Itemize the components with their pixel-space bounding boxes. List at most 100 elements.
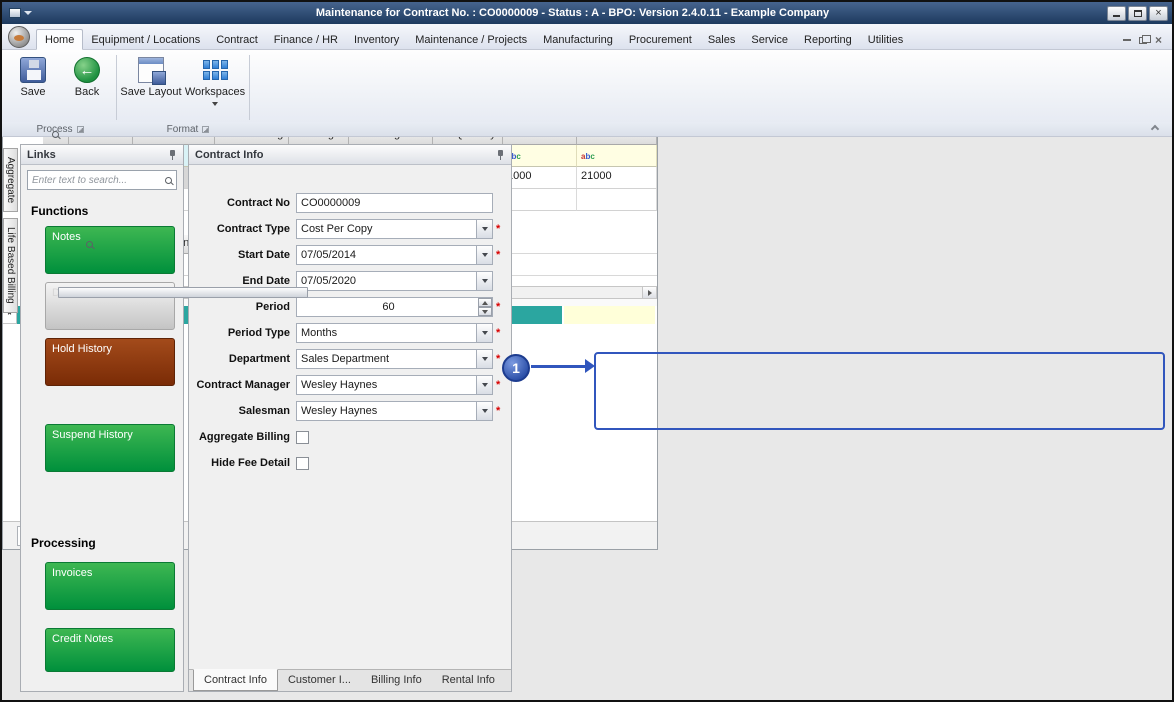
contract-type-combobox[interactable]: Cost Per Copy (296, 219, 493, 239)
workspaces-button[interactable]: Workspaces (183, 53, 247, 117)
collapse-ribbon-button[interactable] (1152, 124, 1158, 135)
notes-label: Notes (52, 231, 81, 243)
save-layout-button[interactable]: Save Layout (119, 53, 183, 117)
ribbon-tab-procurement[interactable]: Procurement (621, 30, 700, 49)
minimize-icon (1113, 15, 1120, 17)
ribbon-tab-contract[interactable]: Contract (208, 30, 266, 49)
suspend-history-button[interactable]: Suspend History (45, 424, 175, 472)
new-cell[interactable] (564, 306, 657, 324)
dropdown-icon[interactable] (476, 402, 492, 420)
cell-accountcode[interactable] (503, 189, 577, 211)
search-box[interactable] (27, 170, 177, 190)
group-dialog-launcher-icon[interactable] (202, 126, 209, 133)
scrollbar-thumb[interactable] (58, 287, 308, 298)
ribbon-tab-equipment-locations[interactable]: Equipment / Locations (83, 30, 208, 49)
credit-notes-label: Credit Notes (52, 633, 113, 645)
quick-access-icon[interactable] (9, 8, 21, 18)
cell-cosaccount[interactable]: 21000 (577, 167, 657, 189)
docked-panel-strip: Aggregate Life Based Billing (2, 142, 19, 698)
required-marker: * (496, 405, 500, 417)
filter-cell-accountcode[interactable]: abc (503, 145, 577, 167)
back-arrow-icon: ← (74, 57, 100, 83)
tab-contract-info[interactable]: Contract Info (193, 669, 278, 691)
contract-type-label: Contract Type (193, 223, 296, 235)
pin-icon[interactable] (168, 150, 177, 160)
dropdown-icon[interactable] (476, 246, 492, 264)
chevron-up-icon (1151, 124, 1159, 132)
ribbon-tab-maintenance-projects[interactable]: Maintenance / Projects (407, 30, 535, 49)
tab-customer-info[interactable]: Customer I... (278, 670, 361, 691)
ribbon-tab-service[interactable]: Service (743, 30, 796, 49)
hold-history-button[interactable]: Hold History (45, 338, 175, 386)
save-button[interactable]: Save (6, 53, 60, 117)
search-input[interactable] (32, 175, 165, 186)
ribbon-tab-finance-hr[interactable]: Finance / HR (266, 30, 346, 49)
dropdown-icon[interactable] (476, 350, 492, 368)
scrollbar-track[interactable] (58, 287, 642, 298)
links-panel-title: Links (27, 149, 56, 161)
ribbon-tab-manufacturing[interactable]: Manufacturing (535, 30, 621, 49)
app-logo[interactable] (8, 26, 30, 48)
contract-manager-combobox[interactable]: Wesley Haynes (296, 375, 493, 395)
minimize-button[interactable] (1107, 6, 1126, 21)
back-button[interactable]: ← Back (60, 53, 114, 117)
pin-icon[interactable] (496, 150, 505, 160)
search-icon[interactable] (165, 177, 172, 184)
dropdown-icon[interactable] (476, 324, 492, 342)
hide-fee-detail-checkbox[interactable] (296, 457, 309, 470)
credit-notes-button[interactable]: Credit Notes (45, 628, 175, 672)
required-marker: * (496, 379, 500, 391)
contract-bottom-tabs: Contract Info Customer I... Billing Info… (189, 669, 511, 691)
period-stepper[interactable]: 60 (296, 297, 493, 317)
processing-heading: Processing (31, 536, 183, 550)
mdi-restore-icon[interactable] (1139, 37, 1147, 44)
cell-accountcode[interactable]: 1000 (503, 167, 577, 189)
ribbon-tab-strip: Home Equipment / Locations Contract Fina… (2, 24, 1172, 50)
cell-cosaccount[interactable] (577, 189, 657, 211)
tab-billing-info[interactable]: Billing Info (361, 670, 432, 691)
scroll-right-icon (648, 290, 652, 296)
required-marker: * (496, 353, 500, 365)
workspaces-dropdown-icon[interactable] (212, 102, 218, 106)
period-label: Period (193, 301, 296, 313)
save-layout-label: Save Layout (120, 86, 181, 98)
ribbon-tab-utilities[interactable]: Utilities (860, 30, 911, 49)
mdi-minimize-icon[interactable] (1123, 39, 1131, 41)
mdi-close-icon[interactable]: × (1155, 35, 1162, 45)
contract-info-panel-title: Contract Info (195, 149, 263, 161)
dropdown-icon[interactable] (476, 376, 492, 394)
ribbon-tab-reporting[interactable]: Reporting (796, 30, 860, 49)
group-dialog-launcher-icon[interactable] (77, 126, 84, 133)
invoices-button[interactable]: Invoices (45, 562, 175, 610)
close-button[interactable]: × (1149, 6, 1168, 21)
scroll-right-button[interactable] (642, 287, 656, 298)
required-marker: * (496, 223, 500, 235)
quick-access-caret-icon[interactable] (24, 11, 32, 15)
period-type-combobox[interactable]: Months (296, 323, 493, 343)
department-combobox[interactable]: Sales Department (296, 349, 493, 369)
spinner-icon[interactable] (478, 298, 492, 316)
ribbon-tab-inventory[interactable]: Inventory (346, 30, 407, 49)
suspend-history-label: Suspend History (52, 429, 133, 441)
ribbon-tab-sales[interactable]: Sales (700, 30, 744, 49)
notes-button[interactable]: Notes (45, 226, 175, 274)
required-marker: * (496, 249, 500, 261)
hold-history-label: Hold History (52, 343, 112, 355)
salesman-combobox[interactable]: Wesley Haynes (296, 401, 493, 421)
period-type-label: Period Type (193, 327, 296, 339)
dropdown-icon[interactable] (476, 220, 492, 238)
contract-no-field[interactable]: CO0000009 (296, 193, 493, 213)
application-window: Maintenance for Contract No. : CO0000009… (0, 0, 1174, 702)
ribbon-separator (249, 55, 250, 120)
start-date-picker[interactable]: 07/05/2014 (296, 245, 493, 265)
ribbon-tab-home[interactable]: Home (36, 29, 83, 50)
filter-cell-cosaccount[interactable]: abc (577, 145, 657, 167)
side-tab-life-based-billing[interactable]: Life Based Billing (3, 218, 18, 313)
aggregate-billing-checkbox[interactable] (296, 431, 309, 444)
side-tab-aggregate[interactable]: Aggregate (3, 148, 18, 212)
callout-highlight-box (594, 352, 1165, 430)
horizontal-scrollbar[interactable] (43, 286, 657, 299)
maximize-button[interactable] (1128, 6, 1147, 21)
aggregate-billing-label: Aggregate Billing (193, 431, 296, 443)
tab-rental-info[interactable]: Rental Info (432, 670, 505, 691)
